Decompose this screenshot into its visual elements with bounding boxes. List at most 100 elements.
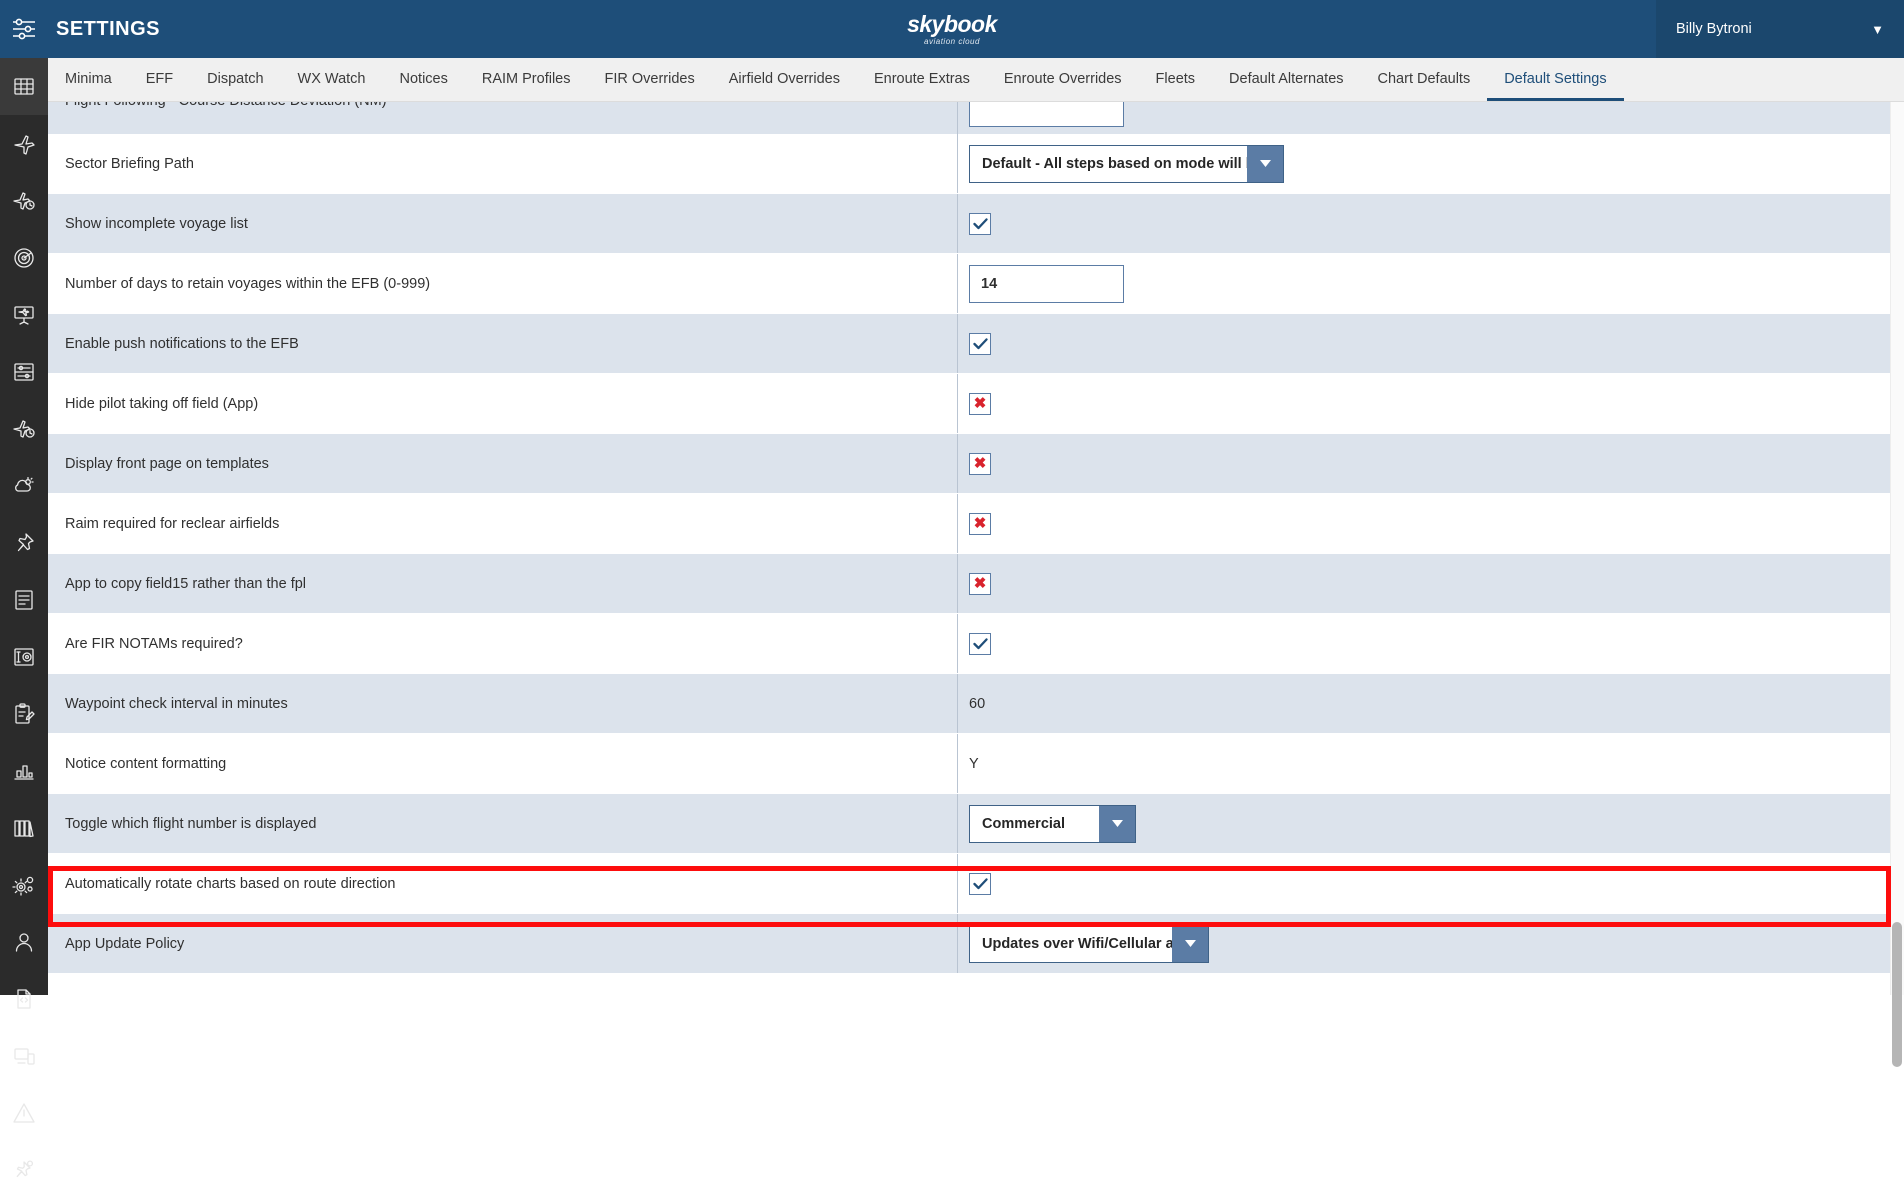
setting-value-cell: Default - All steps based on mode will b… [958,134,1893,193]
rail-item-list-settings[interactable] [0,343,48,400]
setting-label: Toggle which flight number is displayed [48,794,958,853]
tab-default-settings[interactable]: Default Settings [1487,58,1624,101]
setting-number-of-days-to-retain-voyages-within-the-efb-0-999-input[interactable] [969,264,1124,303]
settings-row: Automatically rotate charts based on rou… [48,854,1893,914]
settings-row: App to copy field15 rather than the fpl ✖ [48,554,1893,614]
tab-wx-watch[interactable]: WX Watch [281,58,383,101]
tab-raim-profiles[interactable]: RAIM Profiles [465,58,588,101]
devices-icon [14,1047,35,1065]
rail-item-plane-clock[interactable] [0,172,48,229]
setting-toggle-which-flight-number-is-displayed-dropdown[interactable]: Commercial [969,804,1136,843]
course-distance-deviation-input[interactable] [969,102,1124,127]
rail-item-weather[interactable] [0,457,48,514]
rail-item-user[interactable] [0,913,48,970]
setting-value-cell: ✖ [958,434,1893,493]
rail-item-clipboard-edit[interactable] [0,685,48,742]
rail-item-pin[interactable] [0,514,48,571]
tab-dispatch[interactable]: Dispatch [190,58,280,101]
setting-value-cell: 60 [958,674,1893,733]
clipped-row-label-cell: Flight Following - Course Distance Devia… [48,102,958,134]
left-nav-rail [0,58,48,1177]
check-glyph [972,877,988,889]
setting-label: Number of days to retain voyages within … [48,254,958,313]
chevron-down-icon[interactable] [1099,805,1135,842]
user-menu[interactable]: Billy Bytroni ▼ [1656,0,1904,58]
vertical-scrollbar-track[interactable] [1890,102,1904,1067]
code-file-icon [17,988,31,1009]
rail-item-library[interactable] [0,799,48,856]
user-icon [15,932,33,952]
rail-item-safe[interactable] [0,628,48,685]
clipped-top-row: Flight Following - Course Distance Devia… [48,102,1893,134]
tab-airfield-overrides[interactable]: Airfield Overrides [712,58,857,101]
settings-row: Notice content formatting Y [48,734,1893,794]
tab-fir-overrides[interactable]: FIR Overrides [588,58,712,101]
rail-item-grid[interactable] [0,58,48,115]
tab-fleets[interactable]: Fleets [1139,58,1213,101]
setting-app-update-policy-selected-value: Updates over Wifi/Cellular allowed [982,935,1172,952]
setting-value-cell: Updates over Wifi/Cellular allowed [958,914,1893,973]
settings-row: Are FIR NOTAMs required? [48,614,1893,674]
setting-waypoint-check-interval-in-minutes-value: 60 [969,695,986,712]
setting-label: Enable push notifications to the EFB [48,314,958,373]
rail-item-briefing-board[interactable] [0,286,48,343]
settings-row: Hide pilot taking off field (App) ✖ [48,374,1893,434]
tab-chart-defaults[interactable]: Chart Defaults [1361,58,1488,101]
setting-app-to-copy-field15-rather-than-the-fpl-checkbox[interactable]: ✖ [969,572,991,595]
rail-item-bar-chart[interactable] [0,742,48,799]
settings-row-list: Sector Briefing Path Default - All steps … [48,134,1904,974]
rail-item-code-file[interactable] [0,970,48,1027]
chevron-down-icon[interactable]: ▼ [1871,22,1884,37]
tab-enroute-overrides[interactable]: Enroute Overrides [987,58,1139,101]
briefing-board-icon [14,305,34,325]
settings-row: Waypoint check interval in minutes 60 [48,674,1893,734]
setting-label: Sector Briefing Path [48,134,958,193]
setting-value-cell [958,194,1893,253]
tab-eff[interactable]: EFF [129,58,190,101]
setting-raim-required-for-reclear-airfields-checkbox[interactable]: ✖ [969,512,991,535]
setting-app-update-policy-dropdown[interactable]: Updates over Wifi/Cellular allowed [969,924,1209,963]
grid-icon [14,77,34,95]
plane-icon [14,134,35,155]
sliders-icon[interactable] [0,0,48,58]
setting-hide-pilot-taking-off-field-app-checkbox[interactable]: ✖ [969,392,991,415]
setting-notice-content-formatting-value: Y [969,755,979,772]
setting-sector-briefing-path-dropdown[interactable]: Default - All steps based on mode will b… [969,144,1284,183]
check-glyph [972,637,988,649]
chevron-down-icon[interactable] [1247,145,1283,182]
setting-label: Automatically rotate charts based on rou… [48,854,958,913]
rail-item-pin-user[interactable] [0,1141,48,1198]
rail-item-warning[interactable] [0,1084,48,1141]
setting-label: Hide pilot taking off field (App) [48,374,958,433]
setting-label: Raim required for reclear airfields [48,494,958,553]
tab-minima[interactable]: Minima [48,58,129,101]
settings-row: Raim required for reclear airfields ✖ [48,494,1893,554]
tab-notices[interactable]: Notices [383,58,465,101]
rail-item-cogs[interactable] [0,856,48,913]
tab-enroute-extras[interactable]: Enroute Extras [857,58,987,101]
setting-value-cell: ✖ [958,494,1893,553]
rail-item-plane-history[interactable] [0,400,48,457]
rail-item-plane[interactable] [0,115,48,172]
setting-value-cell [958,314,1893,373]
setting-value-cell: Y [958,734,1893,793]
setting-display-front-page-on-templates-checkbox[interactable]: ✖ [969,452,991,475]
chevron-down-icon[interactable] [1172,925,1208,962]
setting-enable-push-notifications-to-the-efb-checkbox[interactable] [969,332,991,355]
clipped-row-label: Flight Following - Course Distance Devia… [65,102,387,109]
rail-item-notes[interactable] [0,571,48,628]
setting-value-cell: ✖ [958,374,1893,433]
setting-are-fir-notams-required-checkbox[interactable] [969,632,991,655]
rail-item-devices[interactable] [0,1027,48,1084]
setting-label: Show incomplete voyage list [48,194,958,253]
setting-label: Notice content formatting [48,734,958,793]
setting-label: Waypoint check interval in minutes [48,674,958,733]
settings-row: Number of days to retain voyages within … [48,254,1893,314]
rail-item-radar[interactable] [0,229,48,286]
radar-icon [14,247,34,268]
setting-show-incomplete-voyage-list-checkbox[interactable] [969,212,991,235]
tab-default-alternates[interactable]: Default Alternates [1212,58,1360,101]
weather-icon [15,476,34,492]
settings-row: Enable push notifications to the EFB [48,314,1893,374]
setting-automatically-rotate-charts-based-on-route-direction-checkbox[interactable] [969,872,991,895]
